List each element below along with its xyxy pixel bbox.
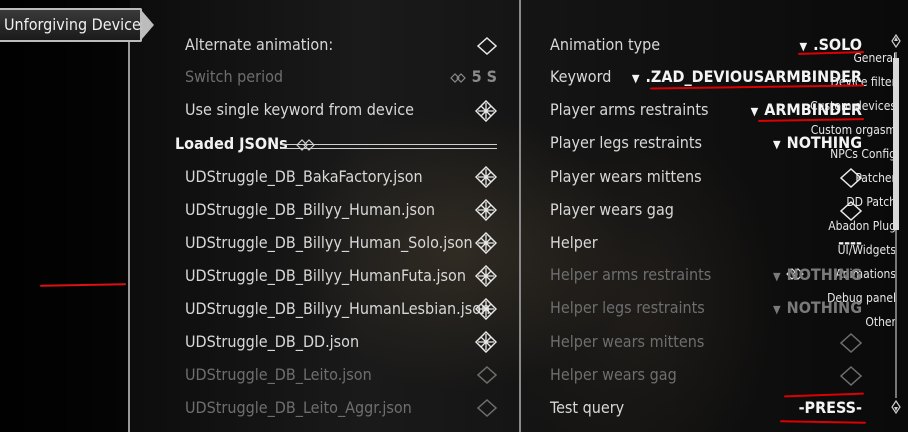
json-row[interactable]: UDStruggle_DB_Billyy_HumanFuta.json: [185, 260, 497, 292]
option-label: Player wears gag: [550, 200, 674, 219]
helper-arms-value-wrap: ▼ NOTHING: [773, 259, 862, 293]
column-divider: [519, 0, 521, 432]
json-label: UDStruggle_DB_Billyy_Human.json: [185, 200, 435, 219]
json-row[interactable]: UDStruggle_DB_Billyy_HumanLesbian.json: [185, 293, 497, 325]
json-row-disabled: UDStruggle_DB_Leito_Aggr.json: [185, 392, 497, 424]
checkbox-checked-icon[interactable]: [475, 232, 497, 254]
switch-period-row[interactable]: Switch period 5 S: [185, 61, 497, 93]
option-label: Switch period: [185, 67, 284, 86]
checkbox-disabled-icon: [477, 399, 497, 417]
option-label: Helper legs restraints: [550, 298, 705, 317]
switch-period-value-wrap: 5 S: [449, 61, 497, 93]
section-title: Loaded JSONs: [175, 134, 288, 153]
option-label: Helper: [550, 233, 598, 252]
switch-period-value: 5 S: [471, 67, 497, 86]
option-label: Use single keyword from device: [185, 100, 415, 119]
json-row[interactable]: UDStruggle_DB_BakaFactory.json: [185, 161, 497, 193]
mod-title-header[interactable]: Unforgiving Devices: [0, 8, 154, 42]
dropdown-arrow-icon: ▼: [750, 105, 759, 118]
checkbox-checked-icon[interactable]: [475, 199, 497, 221]
json-label: UDStruggle_DB_Leito.json: [185, 365, 372, 384]
helper-arms-value: NOTHING: [786, 265, 862, 284]
json-row[interactable]: UDStruggle_DB_DD.json: [185, 326, 497, 358]
json-label: UDStruggle_DB_DD.json: [185, 332, 360, 351]
dropdown-arrow-icon: ▼: [631, 72, 640, 85]
sidebar-divider: [128, 36, 130, 432]
json-row[interactable]: UDStruggle_DB_Billyy_Human_Solo.json: [185, 227, 497, 259]
player-legs-value-wrap: ▼ NOTHING: [773, 127, 862, 161]
scrollbar-thumb[interactable]: [893, 58, 899, 230]
toggle-disabled-icon: [840, 333, 862, 353]
option-label: Player wears mittens: [550, 167, 702, 186]
dropdown-arrow-icon: ▼: [773, 270, 781, 283]
json-label: UDStruggle_DB_BakaFactory.json: [185, 167, 423, 186]
option-label: Player arms restraints: [550, 100, 709, 119]
helper-value: ----: [838, 233, 862, 252]
player-mittens-row[interactable]: Player wears mittens: [550, 161, 862, 193]
json-label: UDStruggle_DB_Billyy_HumanFuta.json: [185, 266, 466, 285]
json-label: UDStruggle_DB_Billyy_HumanLesbian.json: [185, 299, 491, 318]
option-label: Keyword: [550, 67, 612, 86]
toggle-off-icon[interactable]: [840, 168, 862, 188]
toggle-off-icon[interactable]: [477, 37, 497, 55]
dropdown-arrow-icon: ▼: [773, 303, 781, 316]
helper-legs-value-wrap: ▼ NOTHING: [773, 292, 862, 326]
helper-gag-row: Helper wears gag: [550, 359, 862, 391]
keyword-value: .ZAD_DEVIOUSARMBINDER: [645, 67, 862, 86]
sidebar: [0, 0, 130, 432]
scroll-down-icon[interactable]: [891, 400, 901, 414]
animation-type-row[interactable]: Animation type ▼ .SOLO: [550, 29, 862, 61]
scrollbar[interactable]: [891, 34, 901, 416]
checkbox-checked-icon[interactable]: [475, 166, 497, 188]
json-label: UDStruggle_DB_Billyy_Human_Solo.json: [185, 233, 473, 252]
helper-legs-row: Helper legs restraints ▼ NOTHING: [550, 292, 862, 324]
toggle-disabled-icon: [840, 366, 862, 386]
test-query-row[interactable]: Test query -PRESS-: [550, 392, 862, 424]
json-label: UDStruggle_DB_Leito_Aggr.json: [185, 398, 412, 417]
checkbox-checked-icon[interactable]: [475, 265, 497, 287]
player-legs-value: NOTHING: [786, 133, 862, 152]
section-header-rule: [280, 144, 497, 149]
json-row[interactable]: UDStruggle_DB_Billyy_Human.json: [185, 194, 497, 226]
option-label: Animation type: [550, 35, 661, 54]
option-label: Alternate animation:: [185, 35, 334, 54]
scroll-up-icon[interactable]: [891, 34, 901, 48]
player-legs-row[interactable]: Player legs restraints ▼ NOTHING: [550, 127, 862, 159]
option-label: Test query: [550, 398, 625, 417]
option-label: Helper wears gag: [550, 365, 677, 384]
json-row-disabled: UDStruggle_DB_Leito.json: [185, 359, 497, 391]
checkbox-checked-icon[interactable]: [475, 298, 497, 320]
alternate-animation-row[interactable]: Alternate animation:: [185, 29, 497, 61]
option-label: Helper wears mittens: [550, 332, 705, 351]
toggle-off-icon[interactable]: [840, 201, 862, 221]
dropdown-arrow-icon: ▼: [773, 138, 781, 151]
single-keyword-row[interactable]: Use single keyword from device: [185, 94, 497, 126]
helper-legs-value: NOTHING: [786, 298, 862, 317]
checkbox-disabled-icon: [477, 366, 497, 384]
helper-row[interactable]: Helper ----: [550, 227, 862, 259]
helper-arms-row: Helper arms restraints ▼ NOTHING: [550, 259, 862, 291]
animation-type-value-wrap: ▼ .SOLO: [799, 29, 862, 63]
keyword-value-wrap: ▼ .ZAD_DEVIOUSARMBINDER: [632, 61, 862, 95]
slider-icon: [449, 72, 466, 83]
mod-title: Unforgiving Devices: [4, 15, 149, 34]
toggle-on-icon[interactable]: [475, 100, 497, 122]
dropdown-arrow-icon: ▼: [799, 40, 808, 53]
option-label: Helper arms restraints: [550, 265, 712, 284]
player-gag-row[interactable]: Player wears gag: [550, 194, 862, 226]
option-label: Player legs restraints: [550, 133, 702, 152]
player-arms-value-wrap: ▼ ARMBINDER: [751, 94, 862, 128]
checkbox-checked-icon[interactable]: [475, 331, 497, 353]
player-arms-value: ARMBINDER: [764, 100, 862, 119]
helper-mittens-row: Helper wears mittens: [550, 326, 862, 358]
player-arms-row[interactable]: Player arms restraints ▼ ARMBINDER: [550, 94, 862, 126]
test-query-button[interactable]: -PRESS-: [799, 392, 862, 424]
